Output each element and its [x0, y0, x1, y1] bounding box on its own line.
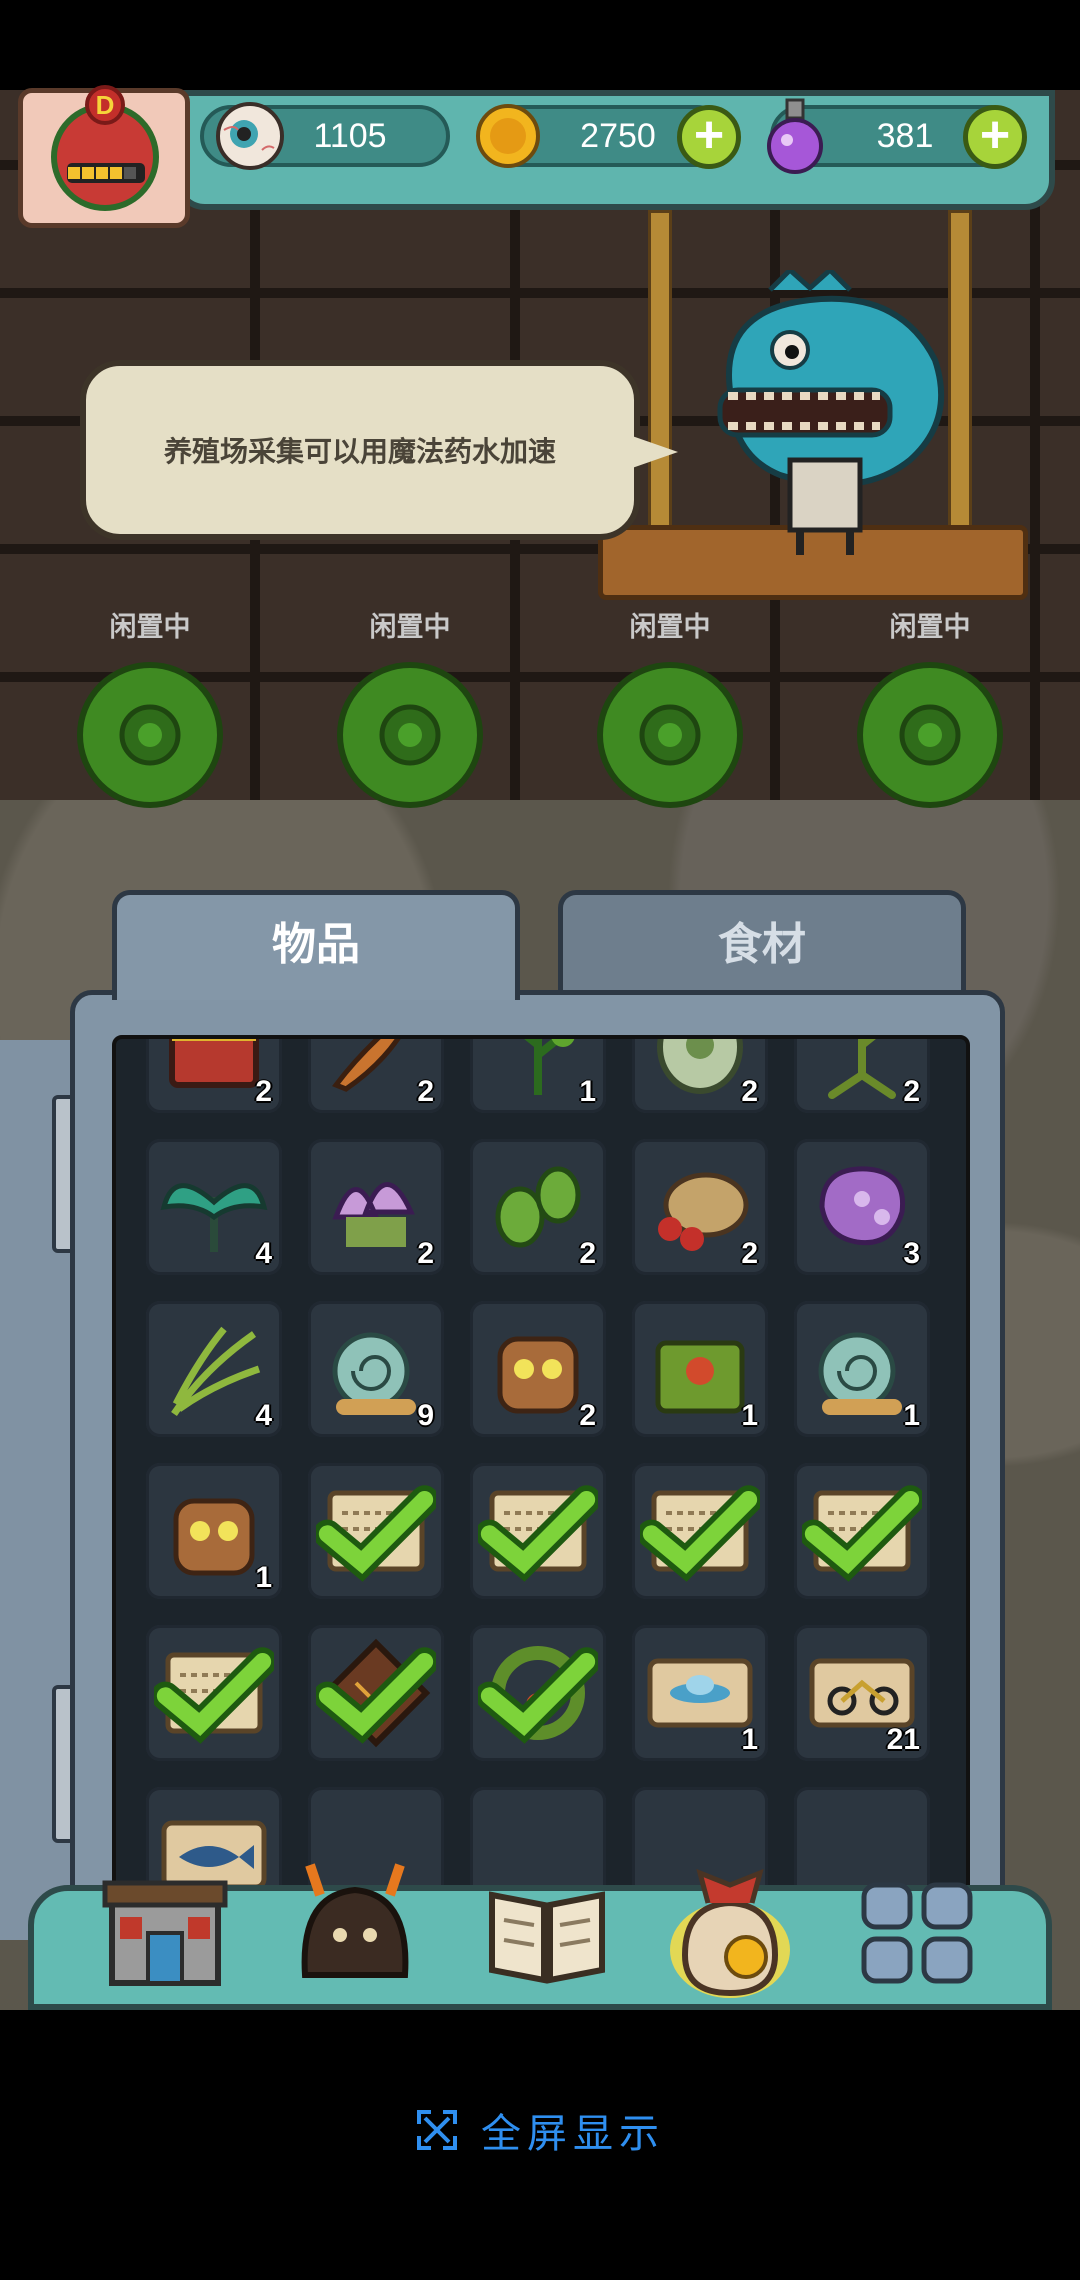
inventory-slot[interactable]: 2 — [470, 1301, 606, 1437]
item-quantity: 1 — [741, 1399, 758, 1432]
eyeball-count: 1105 — [313, 117, 387, 155]
item-quantity: 1 — [255, 1561, 272, 1594]
owned-check-icon — [154, 1647, 274, 1744]
item-quantity: 2 — [417, 1237, 434, 1270]
inventory-slot[interactable] — [632, 1463, 768, 1599]
gear-plot-icon — [77, 662, 223, 808]
inventory-slot[interactable]: 9 — [308, 1301, 444, 1437]
item-quantity: 2 — [579, 1237, 596, 1270]
inventory-slot[interactable]: 4 — [146, 1139, 282, 1275]
farm-plot-3[interactable]: 闲置中 — [555, 605, 785, 825]
plot-status: 闲置中 — [629, 612, 711, 642]
inventory-slot[interactable] — [794, 1463, 930, 1599]
top-safe-area — [0, 0, 1080, 90]
item-quantity: 2 — [579, 1399, 596, 1432]
item-quantity: 2 — [741, 1237, 758, 1270]
inventory-slot[interactable]: 2 — [308, 1139, 444, 1275]
inventory-slot[interactable]: 21 — [794, 1625, 930, 1761]
item-quantity: 1 — [741, 1723, 758, 1756]
farm-plot-2[interactable]: 闲置中 — [295, 605, 525, 825]
rank-badge: D — [85, 85, 125, 125]
player-avatar[interactable]: D — [18, 85, 190, 228]
inventory-slot[interactable]: 2 — [146, 1039, 282, 1113]
inventory-slot[interactable]: 1 — [146, 1463, 282, 1599]
tab-ingredients[interactable]: 食材 — [558, 890, 966, 1000]
owned-check-icon — [478, 1647, 598, 1744]
tab-items[interactable]: 物品 — [112, 890, 520, 1000]
item-quantity: 4 — [255, 1399, 272, 1432]
swing-rope-left — [648, 210, 672, 556]
inventory-slot[interactable]: 2 — [632, 1039, 768, 1113]
gear-plot-icon — [857, 662, 1003, 808]
game-screen: 1105 2750 + 381 + D 养殖场采集可以用魔法药水加速 闲置中 闲… — [0, 0, 1080, 2010]
fish-monster-npc[interactable] — [700, 270, 960, 560]
inventory-slot[interactable] — [146, 1625, 282, 1761]
item-quantity: 21 — [886, 1723, 920, 1756]
inventory-slot[interactable]: 3 — [794, 1139, 930, 1275]
potion-count: 381 — [876, 117, 934, 155]
add-potions-button[interactable]: + — [963, 105, 1027, 169]
fullscreen-button[interactable]: 全屏显示 — [0, 2060, 1080, 2200]
potion-icon — [767, 98, 823, 174]
plot-status: 闲置中 — [369, 612, 451, 642]
item-quantity: 2 — [417, 1075, 434, 1108]
npc-speech-bubble: 养殖场采集可以用魔法药水加速 — [80, 360, 678, 540]
inventory-slot[interactable]: 1 — [794, 1301, 930, 1437]
farm-plot-4[interactable]: 闲置中 — [815, 605, 1045, 825]
item-quantity: 4 — [255, 1237, 272, 1270]
coin-count: 2750 — [580, 117, 656, 155]
inventory-slot[interactable]: 2 — [794, 1039, 930, 1113]
item-quantity: 2 — [903, 1075, 920, 1108]
inventory-slot[interactable] — [470, 1625, 606, 1761]
inventory-slot[interactable] — [470, 1463, 606, 1599]
inventory-slot[interactable]: 1 — [470, 1039, 606, 1113]
owned-check-icon — [640, 1485, 760, 1582]
item-quantity: 1 — [903, 1399, 920, 1432]
farm-plot-1[interactable]: 闲置中 — [35, 605, 265, 825]
inventory-slot[interactable]: 2 — [308, 1039, 444, 1113]
book-icon[interactable] — [482, 1855, 612, 1995]
inventory-slot[interactable]: 1 — [632, 1301, 768, 1437]
owned-check-icon — [478, 1485, 598, 1582]
monster-hut-icon[interactable] — [290, 1855, 420, 1995]
coin-icon — [476, 104, 540, 168]
inventory-slot[interactable]: 2 — [470, 1139, 606, 1275]
gear-plot-icon — [597, 662, 743, 808]
more-grid-icon[interactable] — [852, 1855, 982, 1995]
item-quantity: 9 — [417, 1399, 434, 1432]
owned-check-icon — [802, 1485, 922, 1582]
level-progress — [67, 163, 145, 183]
inventory-slot[interactable]: 2 — [632, 1139, 768, 1275]
plot-status: 闲置中 — [109, 612, 191, 642]
bag-icon[interactable] — [660, 1845, 800, 2005]
inventory-slot[interactable] — [308, 1463, 444, 1599]
plot-status: 闲置中 — [889, 612, 971, 642]
eyeball-icon — [216, 102, 284, 170]
speech-text: 养殖场采集可以用魔法药水加速 — [163, 436, 556, 467]
owned-check-icon — [316, 1647, 436, 1744]
item-quantity: 1 — [579, 1075, 596, 1108]
gear-plot-icon — [337, 662, 483, 808]
item-quantity: 3 — [903, 1237, 920, 1270]
fullscreen-label: 全屏显示 — [481, 2112, 665, 2156]
inventory-slot[interactable] — [308, 1625, 444, 1761]
inventory-slot[interactable]: 4 — [146, 1301, 282, 1437]
add-coins-button[interactable]: + — [677, 105, 741, 169]
item-quantity: 2 — [741, 1075, 758, 1108]
fullscreen-icon — [417, 2110, 457, 2150]
item-quantity: 2 — [255, 1075, 272, 1108]
shop-icon[interactable] — [100, 1855, 230, 1995]
inventory-slot[interactable]: 1 — [632, 1625, 768, 1761]
owned-check-icon — [316, 1485, 436, 1582]
